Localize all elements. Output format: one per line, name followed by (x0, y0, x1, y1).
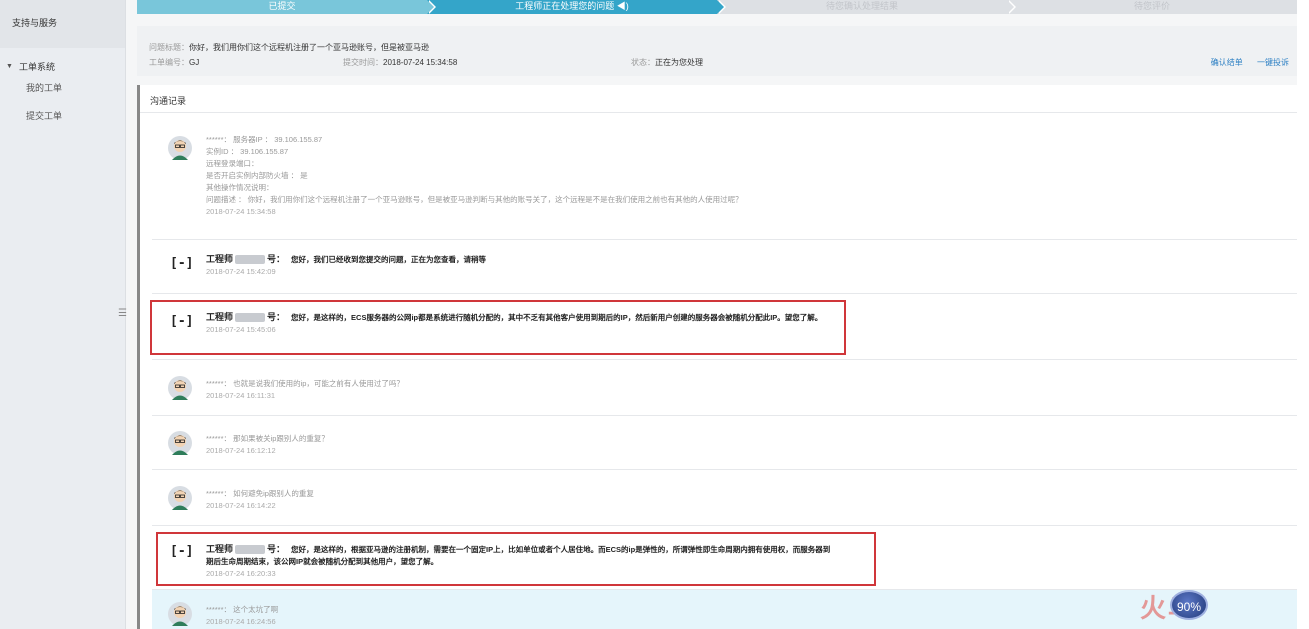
user-avatar-icon (168, 486, 192, 510)
ticket-info: 问题标题：你好，我们用你们这个远程机注册了一个亚马逊账号，但是被亚马逊 工单编号… (137, 26, 1297, 76)
message-time: 2018-07-24 15:42:09 (206, 267, 276, 276)
list-item: ******： 也就是说我们使用的ip，可能之前有人使用过了吗？ 2018-07… (152, 359, 1297, 415)
step-label: 已提交 (268, 1, 296, 11)
confirm-close-link[interactable]: 确认结单 (1211, 58, 1243, 67)
message-body: ******： 如何避免ip跟别人的重复 2018-07-24 16:14:22 (206, 488, 836, 512)
step-evaluate: 待您评价 (1007, 0, 1297, 14)
ticket-title-row: 问题标题：你好，我们用你们这个远程机注册了一个亚马逊账号，但是被亚马逊 (149, 42, 429, 53)
message-body: ******： 这个太坑了啊 2018-07-24 16:24:56 (206, 604, 836, 628)
ticket-time-row: 提交时间：2018-07-24 15:34:58 (343, 57, 457, 68)
message-line: 问题描述 ： 你好，我们用你们这个远程机注册了一个亚马逊账号，但是被亚马逊判断与… (206, 195, 743, 204)
one-click-complain-link[interactable]: 一键投诉 (1257, 58, 1289, 67)
message-body: ******： 也就是说我们使用的ip，可能之前有人使用过了吗？ 2018-07… (206, 378, 836, 402)
sidebar-group-label: 工单系统 (18, 61, 55, 72)
message-line: 远程登录端口： (206, 159, 259, 168)
step-confirm-result: 待您确认处理结果 (717, 0, 1016, 14)
ticket-status-label: 状态： (631, 58, 655, 67)
ticket-number-value: GJ (189, 58, 200, 67)
user-avatar-icon (168, 602, 192, 626)
list-item: ******： 这个太坑了啊 2018-07-24 16:24:56 (152, 589, 1297, 629)
message-text: 您好，我们已经收到您提交的问题，正在为您查看，请稍等 (291, 255, 487, 264)
message-body: ******： 服务器IP ： 39.106.155.87 实例ID ： 39.… (206, 134, 836, 218)
step-engineer-processing: 工程师正在处理您的问题 ◀) (427, 0, 726, 14)
message-line: 是否开启实例内部防火墙 ： 是 (206, 171, 308, 180)
sidebar: 支持与服务 ▼ 工单系统 我的工单 提交工单 (0, 0, 126, 629)
progress-steps: 已提交 工程师正在处理您的问题 ◀) 待您确认处理结果 待您评价 (137, 0, 1297, 14)
ticket-title-label: 问题标题： (149, 43, 189, 52)
sidebar-title: 支持与服务 (0, 0, 125, 48)
list-item: [-] 工程师 号： 您好，我们已经收到您提交的问题，正在为您查看，请稍等 2018… (152, 239, 1297, 293)
ticket-status-row: 状态：正在为您处理 (631, 57, 703, 68)
user-avatar-icon (168, 376, 192, 400)
message-line: ******： 如何避免ip跟别人的重复 (206, 489, 314, 498)
message-line: 实例ID ： 39.106.155.87 (206, 147, 289, 156)
engineer-name: 工程师 号： (206, 254, 286, 265)
user-avatar-icon (168, 136, 192, 160)
list-item: ******： 如何避免ip跟别人的重复 2018-07-24 16:14:22 (152, 469, 1297, 525)
message-time: 2018-07-24 16:12:12 (206, 446, 276, 455)
message-body: 工程师 号： 您好，我们已经收到您提交的问题，正在为您查看，请稍等 2018-07-… (206, 253, 836, 278)
message-line: ******： 这个太坑了啊 (206, 605, 279, 614)
scrollbar[interactable] (1297, 0, 1309, 629)
message-time: 2018-07-24 16:14:22 (206, 501, 276, 510)
list-item: ******： 那如果被关ip跟别人的重复？ 2018-07-24 16:12:… (152, 415, 1297, 469)
sidebar-group-ticket-system[interactable]: ▼ 工单系统 (0, 48, 125, 74)
engineer-icon: [-] (170, 256, 194, 271)
speed-badge[interactable]: 90% (1170, 590, 1208, 620)
step-label: 工程师正在处理您的问题 ◀) (515, 1, 629, 11)
sidebar-collapse-handle-icon[interactable]: ☰ (118, 308, 127, 319)
ticket-number-label: 工单编号： (149, 58, 189, 67)
step-submitted: 已提交 (137, 0, 436, 14)
message-time: 2018-07-24 16:11:31 (206, 391, 276, 400)
red-highlight-box (156, 532, 876, 586)
step-label: 待您评价 (1133, 1, 1170, 11)
message-time: 2018-07-24 16:24:56 (206, 617, 276, 626)
step-label: 待您确认处理结果 (825, 1, 898, 11)
sidebar-item-submit-ticket[interactable]: 提交工单 (0, 102, 125, 130)
message-time: 2018-07-24 15:34:58 (206, 207, 276, 216)
message-line: ******： 那如果被关ip跟别人的重复？ (206, 434, 329, 443)
caret-down-icon: ▼ (6, 62, 13, 70)
ticket-time-label: 提交时间： (343, 58, 383, 67)
ticket-time-value: 2018-07-24 15:34:58 (383, 58, 458, 67)
message-body: ******： 那如果被关ip跟别人的重复？ 2018-07-24 16:12:… (206, 433, 836, 457)
ticket-title-value: 你好，我们用你们这个远程机注册了一个亚马逊账号，但是被亚马逊 (189, 43, 429, 52)
ticket-number-row: 工单编号：GJ (149, 57, 199, 68)
message-line: ******： 也就是说我们使用的ip，可能之前有人使用过了吗？ (206, 379, 404, 388)
panel-title: 沟通记录 (140, 85, 1297, 113)
user-avatar-icon (168, 431, 192, 455)
red-highlight-box (150, 300, 846, 355)
message-line: ******： 服务器IP ： 39.106.155.87 (206, 135, 323, 144)
ticket-status-value: 正在为您处理 (655, 58, 703, 67)
message-line: 其他操作情况说明： (206, 183, 274, 192)
ticket-actions: 确认结单 一键投诉 (1199, 57, 1289, 68)
list-item: ******： 服务器IP ： 39.106.155.87 实例ID ： 39.… (152, 125, 1297, 233)
sidebar-item-my-tickets[interactable]: 我的工单 (0, 74, 125, 102)
